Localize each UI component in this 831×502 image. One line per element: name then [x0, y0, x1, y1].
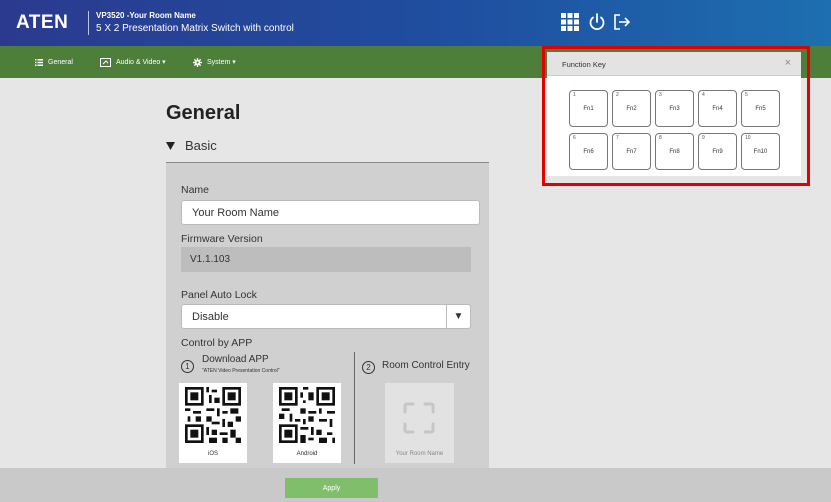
page-title: General	[166, 102, 241, 124]
control-app-label: Control by APP	[181, 337, 253, 349]
nav-general-label: General	[48, 58, 73, 66]
step-divider	[354, 352, 355, 464]
nav-system-label: System ▾	[207, 59, 236, 66]
download-app-label: Download APP	[202, 354, 269, 365]
apply-button[interactable]: Apply	[285, 478, 378, 498]
highlight-box	[542, 46, 810, 186]
power-icon[interactable]	[587, 12, 607, 32]
step-2-badge: 2	[362, 361, 375, 374]
list-icon	[35, 58, 43, 66]
qr-caption-android: Android	[296, 451, 318, 457]
section-title: Basic	[185, 138, 217, 153]
room-control-label: Room Control Entry	[382, 360, 470, 371]
qr-code-icon	[279, 387, 335, 443]
qr-card-ios[interactable]: iOS	[179, 383, 247, 463]
step-1-badge: 1	[181, 360, 194, 373]
autolock-value: Disable	[192, 310, 229, 323]
app-name-label: "ATEN Video Presentation Control"	[202, 368, 280, 374]
name-input[interactable]: Your Room Name	[181, 200, 480, 225]
qr-code-icon	[185, 387, 241, 443]
aten-logo: ATEN	[16, 12, 69, 33]
logout-icon[interactable]	[612, 12, 632, 32]
triangle-down-icon	[166, 141, 175, 150]
room-control-card[interactable]: Your Room Name	[385, 383, 454, 463]
firmware-label: Firmware Version	[181, 233, 263, 245]
header-divider	[88, 11, 89, 35]
device-model: VP3520 -Your Room Name	[96, 11, 196, 20]
footer-bar	[0, 468, 831, 502]
qr-caption-ios: iOS	[207, 451, 218, 457]
monitor-icon	[100, 57, 111, 67]
name-label: Name	[181, 184, 210, 196]
nav-system[interactable]: System ▾	[193, 46, 236, 78]
nav-general[interactable]: General	[35, 46, 73, 78]
qr-card-android[interactable]: Android	[273, 383, 341, 463]
grid-icon[interactable]	[560, 12, 580, 32]
gear-icon	[193, 57, 202, 67]
firmware-value: V1.1.103	[181, 247, 471, 272]
nav-audio-video-label: Audio & Video ▾	[116, 59, 166, 66]
top-header: ATEN VP3520 -Your Room Name 5 X 2 Presen…	[0, 0, 831, 46]
device-description: 5 X 2 Presentation Matrix Switch with co…	[96, 23, 294, 34]
autolock-select[interactable]: Disable ▼	[181, 304, 471, 329]
nav-audio-video[interactable]: Audio & Video ▾	[100, 46, 166, 78]
basic-section-toggle[interactable]: Basic	[166, 138, 217, 153]
dropdown-arrow-icon[interactable]: ▼	[446, 305, 470, 328]
scan-frame-icon	[403, 402, 435, 434]
room-card-caption: Your Room Name	[395, 451, 444, 457]
autolock-label: Panel Auto Lock	[181, 289, 257, 301]
